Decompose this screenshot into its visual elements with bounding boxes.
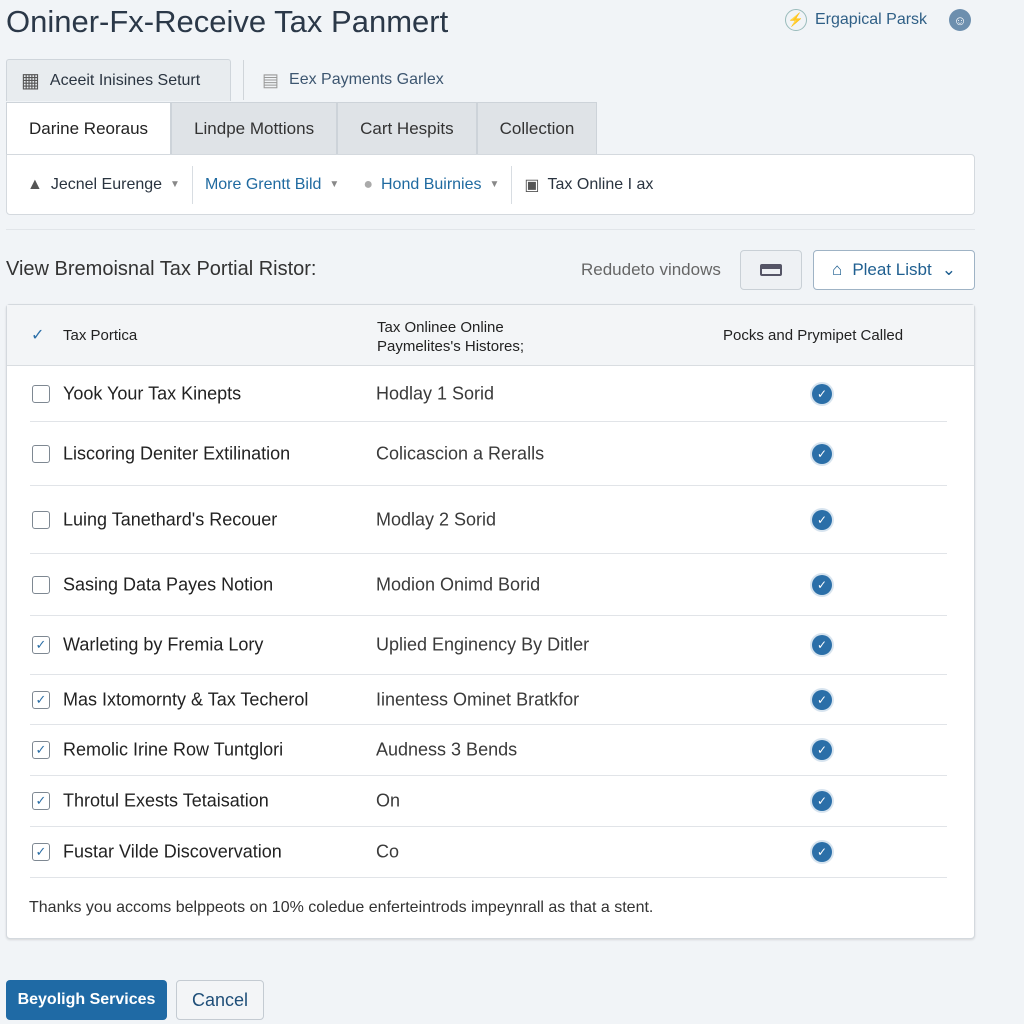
check-circle-icon: ✓ xyxy=(812,842,832,862)
row-name: Liscoring Deniter Extilination xyxy=(63,443,291,463)
chevron-down-icon: ▼ xyxy=(489,179,500,190)
row-name: Fustar Vilde Discovervation xyxy=(63,841,282,862)
toolbar-label: Hond Buirnies xyxy=(381,175,482,193)
row-name: Mas Ixtomornty & Tax Techerol xyxy=(63,689,309,709)
document-icon: ▣ xyxy=(524,176,540,194)
history-table: ✓ Tax Portica Tax Onlinee Online Paymeli… xyxy=(6,304,975,939)
toolbar-label: Tax Online I ax xyxy=(547,175,654,193)
primary-button[interactable]: Beyoligh Services xyxy=(6,980,167,1020)
top-button-1[interactable]: ▤ Eex Payments Garlex xyxy=(248,59,458,101)
toolbar-label: Jecnel Eurenge xyxy=(50,175,163,193)
toolbar-item-1[interactable]: More Grentt Bild ▼ xyxy=(193,165,351,205)
check-circle-icon: ✓ xyxy=(812,383,832,404)
table-row[interactable]: ✓ Fustar Vilde Discovervation Co ✓ xyxy=(30,827,947,878)
chevron-down-icon: ▼ xyxy=(329,179,340,190)
toolbar-label: More Grentt Bild xyxy=(204,175,322,193)
row-name: Throtul Exests Tetaisation xyxy=(63,790,269,811)
account-icon[interactable]: ☺ xyxy=(949,9,972,31)
reduce-windows-label: Redudeto vindows xyxy=(581,260,721,279)
check-circle-icon: ✓ xyxy=(812,574,832,595)
column-header: Tax Onlinee Online Paymelites's Histores… xyxy=(377,319,525,355)
table-row[interactable]: Luing Tanethard's Recouer Modlay 2 Sorid… xyxy=(30,486,947,554)
table-row[interactable]: Sasing Data Payes Notion Modion Onimd Bo… xyxy=(30,554,947,616)
row-name: Sasing Data Payes Notion xyxy=(63,574,274,594)
plist-label: Pleat Lisbt xyxy=(852,260,932,279)
select-all-check[interactable]: ✓ xyxy=(31,325,44,345)
toolbar-item-0[interactable]: ▲ Jecnel Eurenge ▼ xyxy=(27,165,192,205)
home-icon: ⌂ xyxy=(832,260,843,279)
row-detail: Colicascion a Reralls xyxy=(376,443,545,463)
row-detail: On xyxy=(376,790,401,811)
window-button[interactable] xyxy=(740,250,802,290)
tab-1[interactable]: Lindpe Mottions xyxy=(171,102,338,154)
row-checkbox[interactable]: ✓ xyxy=(32,843,50,861)
user-name: Ergapical Parsk xyxy=(815,11,928,28)
row-checkbox[interactable]: ✓ xyxy=(32,636,50,654)
top-button-label: Aceeit Inisines Seturt xyxy=(49,71,201,89)
top-button-label: Eex Payments Garlex xyxy=(289,71,444,88)
toolbar: ▲ Jecnel Eurenge ▼ More Grentt Bild ▼ ● … xyxy=(6,154,975,215)
calculator-icon: ▦ xyxy=(21,70,40,92)
table-note: Thanks you accoms belppeots on 10% coled… xyxy=(29,899,654,916)
tab-2[interactable]: Cart Hespits xyxy=(337,102,477,154)
row-checkbox[interactable]: ✓ xyxy=(32,792,50,810)
tab-3[interactable]: Collection xyxy=(476,102,598,154)
check-circle-icon: ✓ xyxy=(812,635,832,655)
row-detail: Modion Onimd Borid xyxy=(376,574,541,594)
table-row[interactable]: ✓ Warleting by Fremia Lory Uplied Engine… xyxy=(30,616,947,675)
row-detail: Co xyxy=(376,841,400,862)
table-header: ✓ Tax Portica Tax Onlinee Online Paymeli… xyxy=(7,305,974,366)
toolbar-item-3[interactable]: ▣ Tax Online I ax xyxy=(512,165,665,205)
toolbar-item-2[interactable]: ● Hond Buirnies ▼ xyxy=(351,165,511,205)
payments-icon: ▤ xyxy=(262,69,280,90)
column-header: Tax Portica xyxy=(63,327,138,344)
table-row[interactable]: ✓ Remolic Irine Row Tuntglori Audness 3 … xyxy=(30,725,947,776)
row-name: Remolic Irine Row Tuntglori xyxy=(63,739,284,760)
check-circle-icon: ✓ xyxy=(812,509,832,530)
table-row[interactable]: ✓ Mas Ixtomornty & Tax Techerol Iinentes… xyxy=(30,675,947,725)
row-detail: Uplied Enginency By Ditler xyxy=(376,634,590,655)
row-checkbox[interactable] xyxy=(32,510,50,529)
row-detail: Iinentess Ominet Bratkfor xyxy=(376,689,580,709)
table-row[interactable]: ✓ Throtul Exests Tetaisation On ✓ xyxy=(30,776,947,827)
window-icon xyxy=(760,264,782,276)
page-title: Oniner-Fx-Receive Tax Panmert xyxy=(6,4,449,39)
plist-dropdown[interactable]: ⌂ Pleat Lisbt ⌄ xyxy=(813,250,975,290)
table-body: Yook Your Tax Kinepts Hodlay 1 Sorid ✓ L… xyxy=(7,366,974,878)
row-checkbox[interactable]: ✓ xyxy=(32,741,50,759)
warning-icon: ▲ xyxy=(27,175,43,193)
row-detail: Modlay 2 Sorid xyxy=(376,509,497,529)
tab-0[interactable]: Darine Reoraus xyxy=(6,102,172,154)
divider xyxy=(6,229,975,230)
divider xyxy=(243,60,244,100)
top-button-0[interactable]: ▦ Aceeit Inisines Seturt xyxy=(6,59,231,101)
table-row[interactable]: Liscoring Deniter Extilination Colicasci… xyxy=(30,422,947,486)
bell-icon: ● xyxy=(363,175,373,193)
check-circle-icon: ✓ xyxy=(812,443,832,464)
check-circle-icon: ✓ xyxy=(812,791,832,811)
section-title: View Bremoisnal Tax Portial Ristor: xyxy=(6,258,317,280)
chevron-down-icon: ⌄ xyxy=(941,260,956,279)
row-name: Yook Your Tax Kinepts xyxy=(63,383,242,403)
row-detail: Audness 3 Bends xyxy=(376,739,518,760)
check-circle-icon: ✓ xyxy=(812,740,832,760)
cancel-button[interactable]: Cancel xyxy=(176,980,264,1020)
row-name: Luing Tanethard's Recouer xyxy=(63,509,278,529)
tab-bar: Darine Reoraus Lindpe Mottions Cart Hesp… xyxy=(6,102,598,154)
row-name: Warleting by Fremia Lory xyxy=(63,634,264,655)
row-checkbox[interactable] xyxy=(32,444,50,463)
row-checkbox[interactable] xyxy=(32,575,50,594)
row-detail: Hodlay 1 Sorid xyxy=(376,383,495,403)
chevron-down-icon: ▼ xyxy=(170,179,180,190)
row-checkbox[interactable] xyxy=(32,384,50,403)
table-row[interactable]: Yook Your Tax Kinepts Hodlay 1 Sorid ✓ xyxy=(30,366,947,422)
column-header: Pocks and Prymipet Called xyxy=(723,327,904,344)
user-logo-icon: ⚡ xyxy=(785,9,807,31)
check-circle-icon: ✓ xyxy=(812,689,832,710)
row-checkbox[interactable]: ✓ xyxy=(32,690,50,709)
user-menu[interactable]: ⚡ Ergapical Parsk ☺ xyxy=(785,9,972,31)
